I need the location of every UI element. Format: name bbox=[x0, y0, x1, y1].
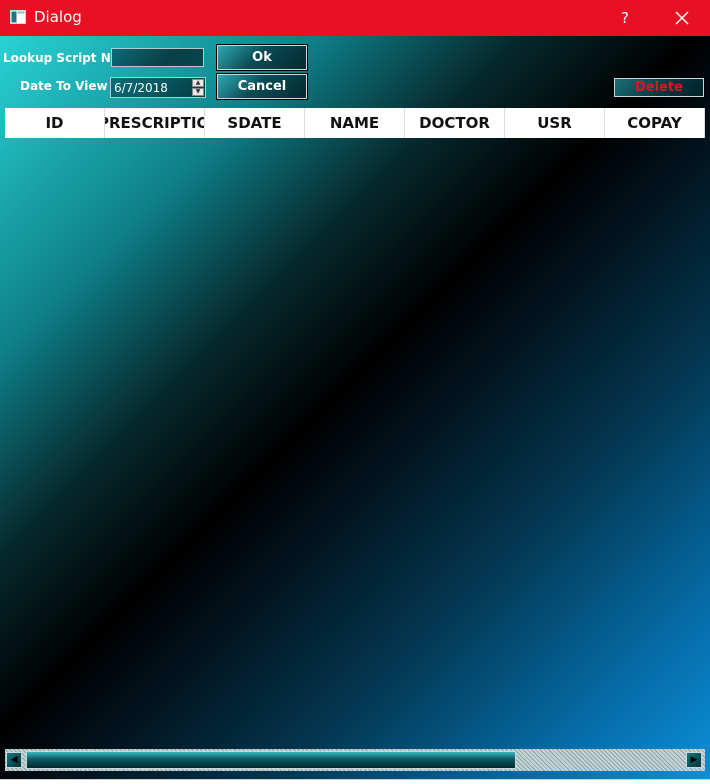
chevron-up-icon: ▲ bbox=[195, 79, 201, 86]
results-grid: ID PRESCRIPTIO SDATE NAME DOCTOR USR COP… bbox=[5, 108, 705, 779]
scroll-left-button[interactable]: ◀ bbox=[6, 752, 22, 768]
scroll-right-button[interactable]: ▶ bbox=[686, 752, 702, 768]
arrow-left-icon: ◀ bbox=[10, 755, 18, 765]
help-button[interactable]: ? bbox=[612, 6, 638, 30]
app-window-icon bbox=[10, 10, 26, 24]
cancel-button[interactable]: Cancel bbox=[216, 73, 308, 100]
ok-button[interactable]: Ok bbox=[216, 44, 308, 71]
grid-header: ID PRESCRIPTIO SDATE NAME DOCTOR USR COP… bbox=[5, 108, 705, 138]
column-header-prescription[interactable]: PRESCRIPTIO bbox=[105, 108, 205, 138]
title-bar: Dialog ? bbox=[0, 0, 710, 36]
column-header-sdate[interactable]: SDATE bbox=[205, 108, 305, 138]
chevron-down-icon: ▼ bbox=[195, 88, 201, 95]
close-icon bbox=[675, 11, 689, 25]
dialog-client-area: Lookup Script No Date To View 6/7/2018 ▲… bbox=[0, 36, 710, 779]
lookup-script-label: Lookup Script No bbox=[3, 51, 120, 65]
column-header-copay[interactable]: COPAY bbox=[605, 108, 705, 138]
date-to-view-label: Date To View bbox=[20, 79, 108, 93]
delete-button[interactable]: Delete bbox=[613, 77, 705, 98]
close-button[interactable] bbox=[668, 6, 696, 30]
column-header-name[interactable]: NAME bbox=[305, 108, 405, 138]
background-taskbar-strip bbox=[0, 779, 710, 784]
horizontal-scrollbar[interactable]: ◀ ▶ bbox=[5, 749, 705, 771]
column-header-usr[interactable]: USR bbox=[505, 108, 605, 138]
scroll-thumb[interactable] bbox=[26, 751, 516, 769]
window-title: Dialog bbox=[34, 8, 82, 26]
column-header-id[interactable]: ID bbox=[5, 108, 105, 138]
dialog-window: Dialog ? Lookup Script No Date To View 6… bbox=[0, 0, 710, 779]
column-header-doctor[interactable]: DOCTOR bbox=[405, 108, 505, 138]
date-value: 6/7/2018 bbox=[114, 81, 168, 95]
arrow-right-icon: ▶ bbox=[690, 755, 698, 765]
grid-body[interactable] bbox=[5, 138, 705, 749]
date-spin-down[interactable]: ▼ bbox=[192, 88, 204, 96]
lookup-script-input[interactable] bbox=[111, 48, 204, 67]
date-picker[interactable]: 6/7/2018 ▲ ▼ bbox=[110, 77, 206, 98]
date-spin-up[interactable]: ▲ bbox=[192, 79, 204, 87]
